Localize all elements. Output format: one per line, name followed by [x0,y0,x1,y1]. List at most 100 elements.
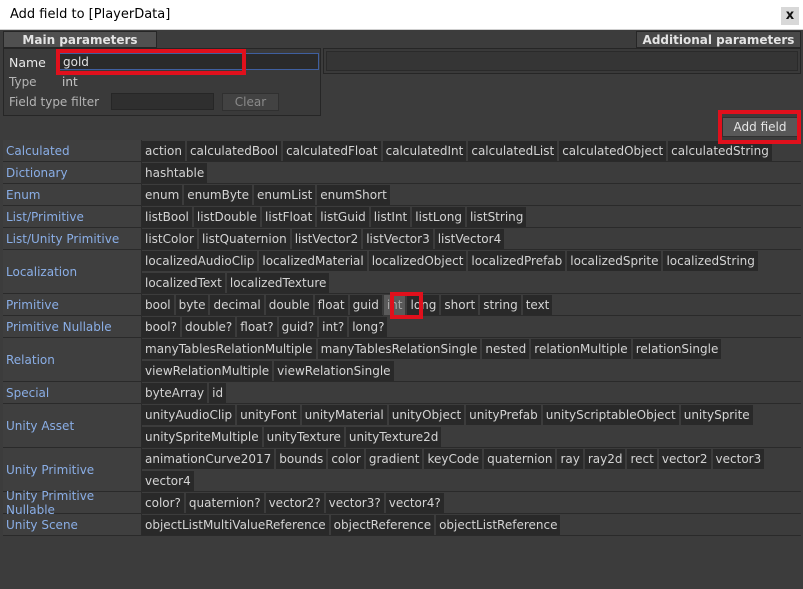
tab-additional-parameters[interactable]: Additional parameters [636,31,801,48]
type-button[interactable]: listColor [142,229,197,249]
type-button[interactable]: listFloat [262,207,316,227]
type-button[interactable]: unityTexture2d [345,427,442,447]
category-types: color? quaternion? vector2? vector3? vector4… [142,492,801,514]
type-button[interactable]: id [209,383,227,403]
type-button[interactable]: listVector3 [363,229,433,249]
type-button[interactable]: unityFont [237,405,300,425]
type-button[interactable]: viewRelationMultiple [142,361,273,381]
type-button[interactable]: vector2? [265,493,324,513]
category-types: listColor listQuaternion listVector2 listVe… [142,228,801,250]
type-button[interactable]: localizedMaterial [259,251,367,271]
type-button[interactable]: guid? [278,317,318,337]
type-button[interactable]: vector4 [142,471,194,491]
type-button[interactable]: localizedPrefab [468,251,566,271]
add-field-button[interactable]: Add field [722,117,798,137]
type-button[interactable]: float [314,295,348,315]
type-button[interactable]: objectListMultiValueReference [142,515,329,535]
type-button[interactable]: decimal [210,295,264,315]
type-button[interactable]: unityAudioClip [142,405,236,425]
type-button[interactable]: unityTexture [263,427,344,447]
type-button[interactable]: listVector4 [434,229,505,249]
type-button[interactable]: localizedSprite [567,251,662,271]
type-button[interactable]: enumByte [184,185,253,205]
type-button[interactable]: bounds [276,449,327,469]
field-type-filter-input[interactable] [111,93,214,110]
type-button[interactable]: calculatedObject [559,141,667,161]
type-button[interactable]: color [328,449,364,469]
type-button[interactable]: localizedAudioClip [142,251,258,271]
type-button[interactable]: vector3? [325,493,384,513]
type-button[interactable]: unityObject [388,405,465,425]
type-button[interactable]: localizedText [142,273,225,293]
type-button[interactable]: action [142,141,185,161]
type-button[interactable]: byteArray [142,383,208,403]
type-button[interactable]: keyCode [424,449,483,469]
type-button[interactable]: text [522,295,553,315]
type-button[interactable]: float? [237,317,277,337]
type-button[interactable]: listGuid [317,207,369,227]
type-button[interactable]: calculatedString [668,141,772,161]
type-button[interactable]: listString [466,207,527,227]
type-button[interactable]: objectListReference [436,515,561,535]
type-button[interactable]: ray2d [584,449,626,469]
close-button[interactable]: x [781,7,799,25]
type-button[interactable]: listLong [412,207,465,227]
type-button[interactable]: rect [627,449,657,469]
type-button[interactable]: quaternion [484,449,556,469]
type-button[interactable]: guid [349,295,382,315]
type-button[interactable]: enumShort [317,185,390,205]
type-button[interactable]: enum [142,185,183,205]
type-button[interactable]: calculatedBool [186,141,282,161]
type-button[interactable]: long [407,295,440,315]
type-button[interactable]: double [265,295,313,315]
type-button[interactable]: calculatedList [468,141,558,161]
type-button[interactable]: bool [142,295,174,315]
category-label: Dictionary [3,162,142,184]
type-button[interactable]: ray [557,449,583,469]
type-button[interactable]: bool? [142,317,181,337]
type-button[interactable]: int [382,294,407,316]
type-button[interactable]: localizedString [663,251,758,271]
type-button[interactable]: localizedObject [368,251,467,271]
type-button[interactable]: hashtable [142,163,208,183]
type-button[interactable]: manyTablesRelationSingle [317,339,481,359]
name-input[interactable] [57,53,319,70]
type-button[interactable]: quaternion? [185,493,264,513]
tab-main-parameters[interactable]: Main parameters [3,31,157,48]
type-button[interactable]: enumList [254,185,316,205]
type-button[interactable]: listQuaternion [198,229,290,249]
type-button[interactable]: animationCurve2017 [142,449,275,469]
type-button[interactable]: listVector2 [291,229,362,249]
type-button[interactable]: string [480,295,521,315]
type-button[interactable]: long? [349,317,388,337]
type-button[interactable]: calculatedFloat [283,141,381,161]
type-button[interactable]: vector4? [385,493,444,513]
type-button[interactable]: nested [482,339,530,359]
type-button[interactable]: localizedTexture [226,273,330,293]
type-button[interactable]: unityScriptableObject [542,405,679,425]
type-button[interactable]: listBool [142,207,192,227]
type-button[interactable]: objectReference [330,515,435,535]
type-button[interactable]: unityMaterial [301,405,387,425]
type-button[interactable]: listDouble [193,207,261,227]
type-line: localizedAudioClip localizedMaterial local… [142,250,760,272]
type-button[interactable]: viewRelationSingle [274,361,394,381]
type-button[interactable]: int? [319,317,348,337]
type-button[interactable]: byte [175,295,209,315]
type-button[interactable]: unitySprite [680,405,753,425]
type-button[interactable]: vector3 [712,449,765,469]
type-button[interactable]: gradient [365,449,423,469]
type-button[interactable]: relationMultiple [531,339,631,359]
type-button[interactable]: double? [182,317,236,337]
type-button[interactable]: listInt [370,207,411,227]
type-button[interactable]: color? [142,493,184,513]
type-button[interactable]: short [441,295,479,315]
type-button[interactable]: vector2 [658,449,711,469]
type-button[interactable]: unitySpriteMultiple [142,427,262,447]
type-button[interactable]: calculatedInt [382,141,467,161]
type-button[interactable]: manyTablesRelationMultiple [142,339,316,359]
clear-button[interactable]: Clear [222,93,279,111]
type-line: localizedText localizedTexture [142,272,331,294]
type-button[interactable]: relationSingle [632,339,722,359]
type-button[interactable]: unityPrefab [466,405,541,425]
